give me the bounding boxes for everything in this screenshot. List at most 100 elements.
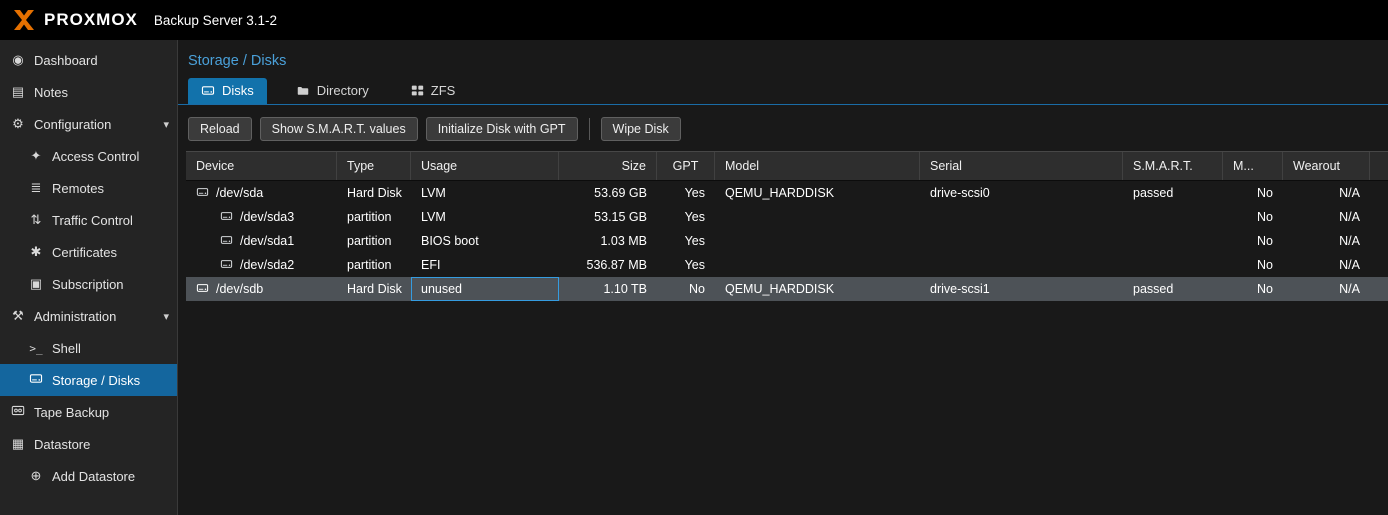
sidebar-item-subscription[interactable]: ▣ Subscription <box>0 268 177 300</box>
column-header-gpt[interactable]: GPT <box>657 152 715 180</box>
cell-size[interactable]: 536.87 MB <box>559 253 657 277</box>
cell-mounted[interactable]: No <box>1223 229 1283 253</box>
table-row-sda[interactable]: /dev/sda Hard Disk LVM 53.69 GB Yes QEMU… <box>186 181 1388 205</box>
cell-model[interactable] <box>715 229 920 253</box>
sidebar-item-dashboard[interactable]: ◉ Dashboard <box>0 44 177 76</box>
cell-usage[interactable]: EFI <box>411 253 559 277</box>
column-header-serial[interactable]: Serial <box>920 152 1123 180</box>
cell-size[interactable]: 53.69 GB <box>559 181 657 205</box>
cell-smart[interactable] <box>1123 205 1223 229</box>
cell-device[interactable]: /dev/sdb <box>186 277 337 301</box>
wipe-disk-button[interactable]: Wipe Disk <box>600 117 681 141</box>
cell-smart[interactable] <box>1123 253 1223 277</box>
initialize-disk-gpt-button[interactable]: Initialize Disk with GPT <box>425 117 578 141</box>
column-header-size[interactable]: Size <box>559 152 657 180</box>
reload-button[interactable]: Reload <box>188 117 252 141</box>
table-row-sda1[interactable]: /dev/sda1 partition BIOS boot 1.03 MB Ye… <box>186 229 1388 253</box>
cell-serial[interactable]: drive-scsi0 <box>920 181 1123 205</box>
sidebar-item-remotes[interactable]: ≣ Remotes <box>0 172 177 204</box>
cell-smart[interactable] <box>1123 229 1223 253</box>
partition-icon <box>220 210 233 225</box>
column-header-mounted[interactable]: M... <box>1223 152 1283 180</box>
cell-type[interactable]: partition <box>337 205 411 229</box>
cell-model[interactable]: QEMU_HARDDISK <box>715 277 920 301</box>
cell-gpt[interactable]: Yes <box>657 205 715 229</box>
chevron-down-icon[interactable]: ▾ <box>163 118 169 131</box>
cell-mounted[interactable]: No <box>1223 181 1283 205</box>
sidebar-item-shell[interactable]: >_ Shell <box>0 332 177 364</box>
cell-type[interactable]: Hard Disk <box>337 277 411 301</box>
table-row-sda3[interactable]: /dev/sda3 partition LVM 53.15 GB Yes No … <box>186 205 1388 229</box>
cell-usage[interactable]: LVM <box>411 181 559 205</box>
cell-serial[interactable] <box>920 205 1123 229</box>
column-header-usage[interactable]: Usage <box>411 152 559 180</box>
cell-gpt[interactable]: Yes <box>657 253 715 277</box>
cell-usage[interactable]: LVM <box>411 205 559 229</box>
cell-size[interactable]: 1.10 TB <box>559 277 657 301</box>
tab-directory[interactable]: Directory <box>283 78 382 104</box>
sidebar-item-certificates[interactable]: ✱ Certificates <box>0 236 177 268</box>
cell-wearout[interactable]: N/A <box>1283 277 1370 301</box>
cell-mounted[interactable]: No <box>1223 205 1283 229</box>
sidebar-item-label: Storage / Disks <box>52 372 141 388</box>
sidebar-item-datastore[interactable]: ▦ Datastore <box>0 428 177 460</box>
cell-serial[interactable] <box>920 253 1123 277</box>
cell-mounted[interactable]: No <box>1223 253 1283 277</box>
cell-smart[interactable]: passed <box>1123 277 1223 301</box>
cell-serial[interactable]: drive-scsi1 <box>920 277 1123 301</box>
cell-size[interactable]: 1.03 MB <box>559 229 657 253</box>
sidebar-item-administration[interactable]: ⚒ Administration ▾ <box>0 300 177 332</box>
cell-wearout[interactable]: N/A <box>1283 205 1370 229</box>
cell-wearout[interactable]: N/A <box>1283 181 1370 205</box>
cell-device[interactable]: /dev/sda <box>186 181 337 205</box>
sidebar-item-add-datastore[interactable]: ⊕ Add Datastore <box>0 460 177 492</box>
cell-device[interactable]: /dev/sda3 <box>186 205 337 229</box>
sidebar-item-notes[interactable]: ▤ Notes <box>0 76 177 108</box>
sidebar-item-label: Administration <box>34 308 117 324</box>
device-label: /dev/sda3 <box>240 210 295 224</box>
tab-zfs[interactable]: ZFS <box>398 78 469 104</box>
tab-disks[interactable]: Disks <box>188 78 267 104</box>
cell-type[interactable]: partition <box>337 229 411 253</box>
column-header-model[interactable]: Model <box>715 152 920 180</box>
cell-type[interactable]: Hard Disk <box>337 181 411 205</box>
show-smart-values-button[interactable]: Show S.M.A.R.T. values <box>259 117 418 141</box>
column-header-device[interactable]: Device <box>186 152 337 180</box>
traffic-icon: ⇅ <box>30 212 42 227</box>
device-label: /dev/sdb <box>216 282 264 296</box>
sidebar-item-configuration[interactable]: ⚙ Configuration ▾ <box>0 108 177 140</box>
sidebar-item-storage-disks[interactable]: Storage / Disks <box>0 364 177 396</box>
chevron-down-icon[interactable]: ▾ <box>163 310 169 323</box>
cell-mounted[interactable]: No <box>1223 277 1283 301</box>
wrench-icon: ⚒ <box>12 308 24 323</box>
cell-usage[interactable]: unused <box>411 277 559 301</box>
cell-size[interactable]: 53.15 GB <box>559 205 657 229</box>
cell-device[interactable]: /dev/sda2 <box>186 253 337 277</box>
cell-model[interactable]: QEMU_HARDDISK <box>715 181 920 205</box>
table-row-sda2[interactable]: /dev/sda2 partition EFI 536.87 MB Yes No… <box>186 253 1388 277</box>
cell-serial[interactable] <box>920 229 1123 253</box>
cell-model[interactable] <box>715 205 920 229</box>
column-header-smart[interactable]: S.M.A.R.T. <box>1123 152 1223 180</box>
sidebar-item-access-control[interactable]: ✦ Access Control <box>0 140 177 172</box>
cell-type[interactable]: partition <box>337 253 411 277</box>
partition-icon <box>220 258 233 273</box>
cell-wearout[interactable]: N/A <box>1283 253 1370 277</box>
server-list-icon: ≣ <box>30 180 42 195</box>
cell-wearout[interactable]: N/A <box>1283 229 1370 253</box>
sidebar: ◉ Dashboard ▤ Notes ⚙ Configuration ▾ ✦ … <box>0 40 178 515</box>
cell-model[interactable] <box>715 253 920 277</box>
sidebar-item-tape-backup[interactable]: Tape Backup <box>0 396 177 428</box>
cell-smart[interactable]: passed <box>1123 181 1223 205</box>
cell-usage[interactable]: BIOS boot <box>411 229 559 253</box>
plus-circle-icon: ⊕ <box>30 468 42 483</box>
column-header-type[interactable]: Type <box>337 152 411 180</box>
column-header-wearout[interactable]: Wearout <box>1283 152 1370 180</box>
page-title: Storage / Disks <box>188 53 287 69</box>
cell-device[interactable]: /dev/sda1 <box>186 229 337 253</box>
cell-gpt[interactable]: Yes <box>657 181 715 205</box>
table-row-sdb[interactable]: /dev/sdb Hard Disk unused 1.10 TB No QEM… <box>186 277 1388 301</box>
cell-gpt[interactable]: Yes <box>657 229 715 253</box>
sidebar-item-traffic-control[interactable]: ⇅ Traffic Control <box>0 204 177 236</box>
cell-gpt[interactable]: No <box>657 277 715 301</box>
